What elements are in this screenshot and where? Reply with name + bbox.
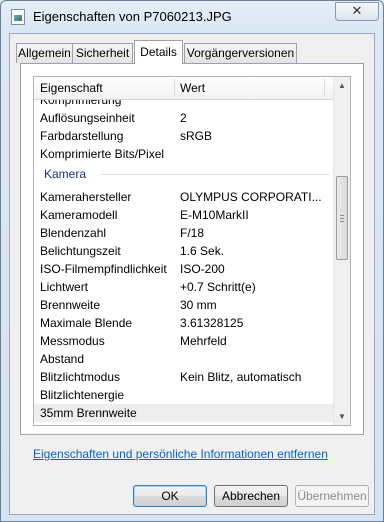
property-value: 3.61328125 <box>180 316 244 330</box>
property-value: 1.6 Sek. <box>180 244 225 258</box>
list-item[interactable]: Lichtwert +0.7 Schritt(e) <box>34 278 334 296</box>
remove-properties-link[interactable]: Eigenschaften und persönliche Informatio… <box>33 447 328 461</box>
list-item[interactable]: Kameramodell E-M10MarkII <box>34 206 334 224</box>
column-divider[interactable] <box>324 79 325 97</box>
tab-sicherheit[interactable]: Sicherheit <box>72 43 133 63</box>
property-name: Auflösungseinheit <box>40 111 135 125</box>
property-name: Lichtwert <box>40 280 89 294</box>
window-title: Eigenschaften von P7060213.JPG <box>33 9 232 24</box>
property-value: E-M10MarkII <box>180 208 249 222</box>
list-item[interactable]: Brennweite 30 mm <box>34 296 334 314</box>
group-divider <box>100 174 330 175</box>
tab-allgemein[interactable]: Allgemein <box>16 43 73 63</box>
property-name: Farbdarstellung <box>40 129 124 143</box>
cancel-button[interactable]: Abbrechen <box>214 485 288 507</box>
property-value: ISO-200 <box>180 262 225 276</box>
list-item[interactable]: Komprimierte Bits/Pixel <box>34 145 334 163</box>
list-item[interactable]: Kamerahersteller OLYMPUS CORPORATI... <box>34 188 334 206</box>
property-value: Kein Blitz, automatisch <box>180 370 302 384</box>
property-value: F/18 <box>180 226 205 240</box>
property-name: Belichtungszeit <box>40 244 121 258</box>
list-item[interactable]: Blitzlichtenergie <box>34 386 334 404</box>
vertical-scrollbar[interactable]: ▲ ▼ <box>333 77 350 425</box>
dialog-body: Allgemein Sicherheit Details Vorgängerve… <box>9 33 375 515</box>
image-file-icon <box>11 9 25 25</box>
property-value: 2 <box>180 111 187 125</box>
property-list[interactable]: Eigenschaft Wert Komprimierung Eigenscha… <box>33 76 351 426</box>
property-value <box>180 386 330 404</box>
column-header-value[interactable]: Wert <box>174 77 324 99</box>
tab-details[interactable]: Details <box>134 40 183 64</box>
property-value: Mehrfeld <box>180 334 227 348</box>
grip-line <box>340 221 344 222</box>
property-name: Maximale Blende <box>40 316 133 330</box>
property-name: Blitzlichtmodus <box>40 370 121 384</box>
property-name: 35mm Brennweite <box>40 406 137 420</box>
property-name: Blitzlichtenergie <box>40 388 125 402</box>
list-item[interactable]: Blitzlichtmodus Kein Blitz, automatisch <box>34 368 334 386</box>
property-name: Abstand <box>40 352 85 366</box>
list-item[interactable]: Abstand <box>34 350 334 368</box>
list-item[interactable]: ISO-Filmempfindlichkeit ISO-200 <box>34 260 334 278</box>
grip-line <box>340 215 344 216</box>
property-name: Brennweite <box>40 298 101 312</box>
property-name: Komprimierte Bits/Pixel <box>40 147 165 161</box>
property-value: +0.7 Schritt(e) <box>180 280 256 294</box>
list-item[interactable]: Farbdarstellung sRGB <box>34 127 334 145</box>
list-item[interactable]: Blendenzahl F/18 <box>34 224 334 242</box>
close-button[interactable]: ✕ <box>335 2 379 21</box>
property-value <box>180 145 330 163</box>
list-item[interactable]: Auflösungseinheit 2 <box>34 109 334 127</box>
list-item[interactable]: Belichtungszeit 1.6 Sek. <box>34 242 334 260</box>
property-value: 30 mm <box>180 298 217 312</box>
scroll-up-arrow-icon[interactable]: ▲ <box>334 77 350 94</box>
property-name: ISO-Filmempfindlichkeit <box>40 262 167 276</box>
list-item[interactable]: Messmodus Mehrfeld <box>34 332 334 350</box>
grip-line <box>340 218 344 219</box>
property-name: Blendenzahl <box>40 226 107 240</box>
property-name: Kamerahersteller <box>40 190 132 204</box>
ok-button[interactable]: OK <box>133 485 207 507</box>
group-header-kamera[interactable]: Kamera <box>34 165 334 183</box>
apply-button[interactable]: Übernehmen <box>295 485 369 507</box>
properties-window: Eigenschaften von P7060213.JPG ✕ Allgeme… <box>0 0 384 522</box>
scroll-down-arrow-icon[interactable]: ▼ <box>334 408 350 425</box>
tab-vorgaengerversionen[interactable]: Vorgängerversionen <box>184 43 297 63</box>
property-name: Messmodus <box>40 334 105 348</box>
list-item[interactable]: Maximale Blende 3.61328125 <box>34 314 334 332</box>
title-bar[interactable]: Eigenschaften von P7060213.JPG ✕ <box>1 1 383 33</box>
property-value <box>180 404 330 422</box>
column-header-property[interactable]: Eigenschaft <box>34 77 174 99</box>
list-item[interactable]: 35mm Brennweite <box>34 404 334 422</box>
property-value <box>180 350 330 368</box>
property-value: sRGB <box>180 129 213 143</box>
details-panel: Eigenschaft Wert Komprimierung Eigenscha… <box>20 63 364 435</box>
property-name: Kameramodell <box>40 208 118 222</box>
scrollbar-thumb[interactable] <box>336 176 348 260</box>
group-title: Kamera <box>44 167 87 181</box>
property-value: OLYMPUS CORPORATI... <box>180 190 322 204</box>
list-header-cover: Eigenschaft Wert <box>34 77 334 100</box>
